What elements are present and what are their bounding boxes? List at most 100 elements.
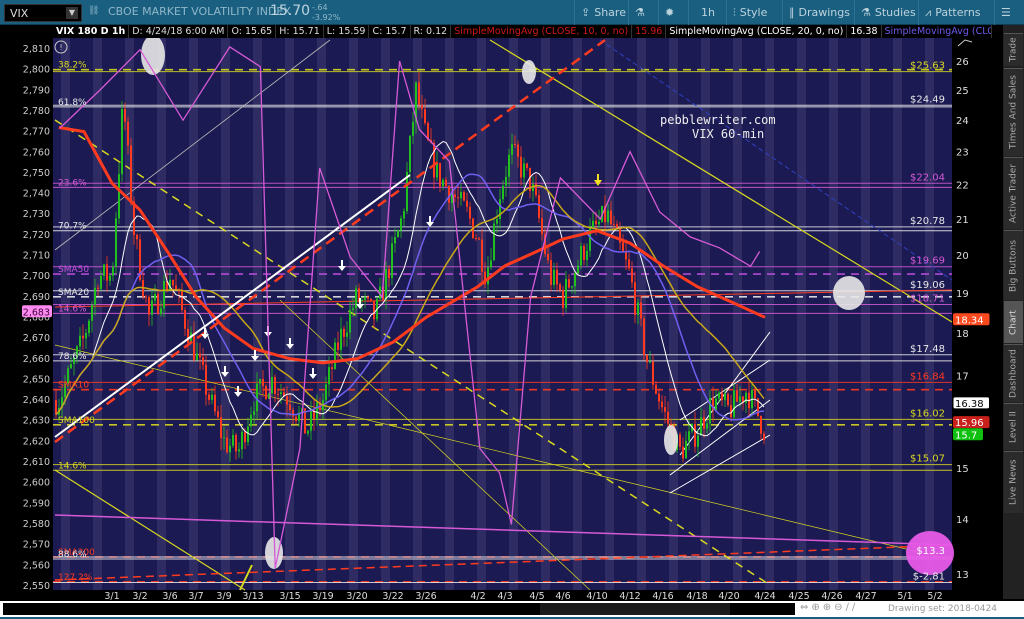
- candle: [739, 396, 741, 402]
- candle: [172, 279, 174, 286]
- candle: [685, 440, 687, 459]
- session-stripe: [925, 38, 934, 590]
- candle: [259, 378, 261, 384]
- candle: [682, 446, 684, 459]
- bar-open: O: 15.65: [228, 25, 277, 38]
- sidebar-tab-level-ii[interactable]: Level II: [1004, 403, 1023, 450]
- right-axis-tick: 23: [956, 148, 969, 159]
- sidebar-tab-chart[interactable]: Chart: [1004, 301, 1023, 343]
- sidebar-tab-times-and-sales[interactable]: Times And Sales: [1004, 68, 1023, 156]
- candle: [121, 108, 123, 175]
- level-price-label: $13.3: [916, 546, 945, 557]
- candle: [145, 296, 147, 298]
- candle: [130, 145, 132, 202]
- candle: [724, 393, 726, 401]
- sidebar-tab-live-news[interactable]: Live News: [1004, 451, 1023, 513]
- drawing-icon[interactable]: ∕∕: [846, 602, 859, 613]
- right-axis-tick: 25: [956, 86, 969, 97]
- right-axis-tick: 13: [956, 570, 969, 581]
- sma10-value: 15.96: [632, 25, 667, 38]
- candle: [550, 260, 552, 285]
- chart-info-bar: VIX 180 D 1h D: 4/24/18 6:00 AM O: 15.65…: [53, 25, 992, 38]
- crosshair-icon[interactable]: ⊕: [811, 602, 822, 613]
- candle: [700, 417, 702, 436]
- candle: [571, 286, 573, 288]
- sidebar-tab-dashboard[interactable]: Dashboard: [1004, 344, 1023, 402]
- left-axis-tick: 2,600: [23, 478, 50, 489]
- candle: [277, 393, 279, 395]
- bar-low: L: 15.59: [323, 25, 370, 38]
- alert-icon-glyph: !: [59, 43, 62, 52]
- candle: [217, 411, 219, 418]
- left-axis-tick: 2,570: [23, 540, 50, 551]
- sma10-study-label[interactable]: SimpleMovingAvg (CLOSE, 10, 0, no): [451, 25, 633, 38]
- highlight-ellipse: [141, 35, 165, 75]
- candle: [334, 342, 336, 370]
- candle: [628, 259, 630, 269]
- horizontal-scrollbar[interactable]: [3, 603, 795, 615]
- candle: [580, 245, 582, 266]
- candle: [646, 354, 648, 363]
- candle: [745, 392, 747, 403]
- candle: [457, 197, 459, 199]
- zoom-out-icon[interactable]: ⊖: [834, 602, 845, 613]
- left-axis-tick: 2,580: [23, 519, 50, 530]
- pan-icon[interactable]: ⇔: [800, 602, 811, 613]
- candle: [517, 144, 519, 157]
- candle: [106, 264, 108, 281]
- session-stripe: [285, 38, 294, 590]
- candle: [196, 353, 198, 361]
- candle: [91, 304, 93, 321]
- right-axis-tick: 21: [956, 215, 969, 226]
- sma20-study-label[interactable]: SimpleMovingAvg (CLOSE, 20, 0, no): [666, 25, 848, 38]
- level-price-label: $-2.81: [913, 572, 945, 583]
- session-stripe: [477, 38, 486, 590]
- level-price-label: $16.02: [910, 408, 945, 419]
- right-axis-tick: 19: [956, 289, 969, 300]
- candle: [238, 449, 240, 452]
- left-axis-tick: 2,760: [23, 147, 50, 158]
- price-chart[interactable]: 38.2% 61.8% 23.6% 70.7% SMA50 SMA20 14.6% 78.6%…: [0, 0, 1024, 619]
- left-axis-tick: 2,610: [23, 457, 50, 468]
- candle: [361, 299, 363, 302]
- candle: [694, 423, 696, 447]
- candle: [187, 328, 189, 343]
- candle: [586, 250, 588, 260]
- session-stripe: [541, 38, 550, 590]
- sidebar-tab-trade[interactable]: Trade: [1004, 33, 1023, 66]
- candle: [559, 284, 561, 290]
- scrollbar-thumb[interactable]: [540, 603, 730, 615]
- level-price-label: $25.63: [910, 61, 945, 72]
- candle: [262, 378, 264, 386]
- candle: [658, 393, 660, 402]
- candle: [223, 437, 225, 439]
- level-price-label: $20.78: [910, 216, 945, 227]
- sma-more-study-label[interactable]: SimpleMovingAvg (CLOSE,...: [881, 25, 992, 38]
- candle: [460, 192, 462, 199]
- sidebar-tab-active-trader[interactable]: Active Trader: [1004, 157, 1023, 229]
- left-axis-tick: 2,720: [23, 230, 50, 241]
- candle: [703, 417, 705, 429]
- zoom-in-icon[interactable]: ⊕: [823, 602, 834, 613]
- chart-tools: ⇔⊕⊕⊖∕∕: [800, 602, 858, 613]
- left-price-axis[interactable]: 2,810 2,800 2,790 2,780 2,770 2,760 2,750 2,740…: [22, 44, 52, 592]
- drawing-set-selector[interactable]: Drawing set: 2018-0424: [888, 604, 997, 614]
- candle: [274, 376, 276, 394]
- candle: [499, 199, 501, 219]
- candle: [355, 288, 357, 309]
- level-label: 61.8%: [58, 98, 87, 108]
- left-axis-tick: 2,650: [23, 374, 50, 385]
- candle: [721, 392, 723, 401]
- candle: [349, 309, 351, 333]
- candle: [112, 266, 114, 276]
- bar-range: R: 0.12: [410, 25, 452, 38]
- candle: [220, 417, 222, 438]
- sidebar-tab-big-buttons[interactable]: Big Buttons: [1004, 230, 1023, 300]
- candle: [418, 82, 420, 105]
- candle: [631, 268, 633, 283]
- candle: [649, 361, 651, 363]
- candle: [490, 260, 492, 268]
- level-label: SMA10: [58, 381, 89, 391]
- candle: [181, 291, 183, 311]
- candle: [616, 224, 618, 229]
